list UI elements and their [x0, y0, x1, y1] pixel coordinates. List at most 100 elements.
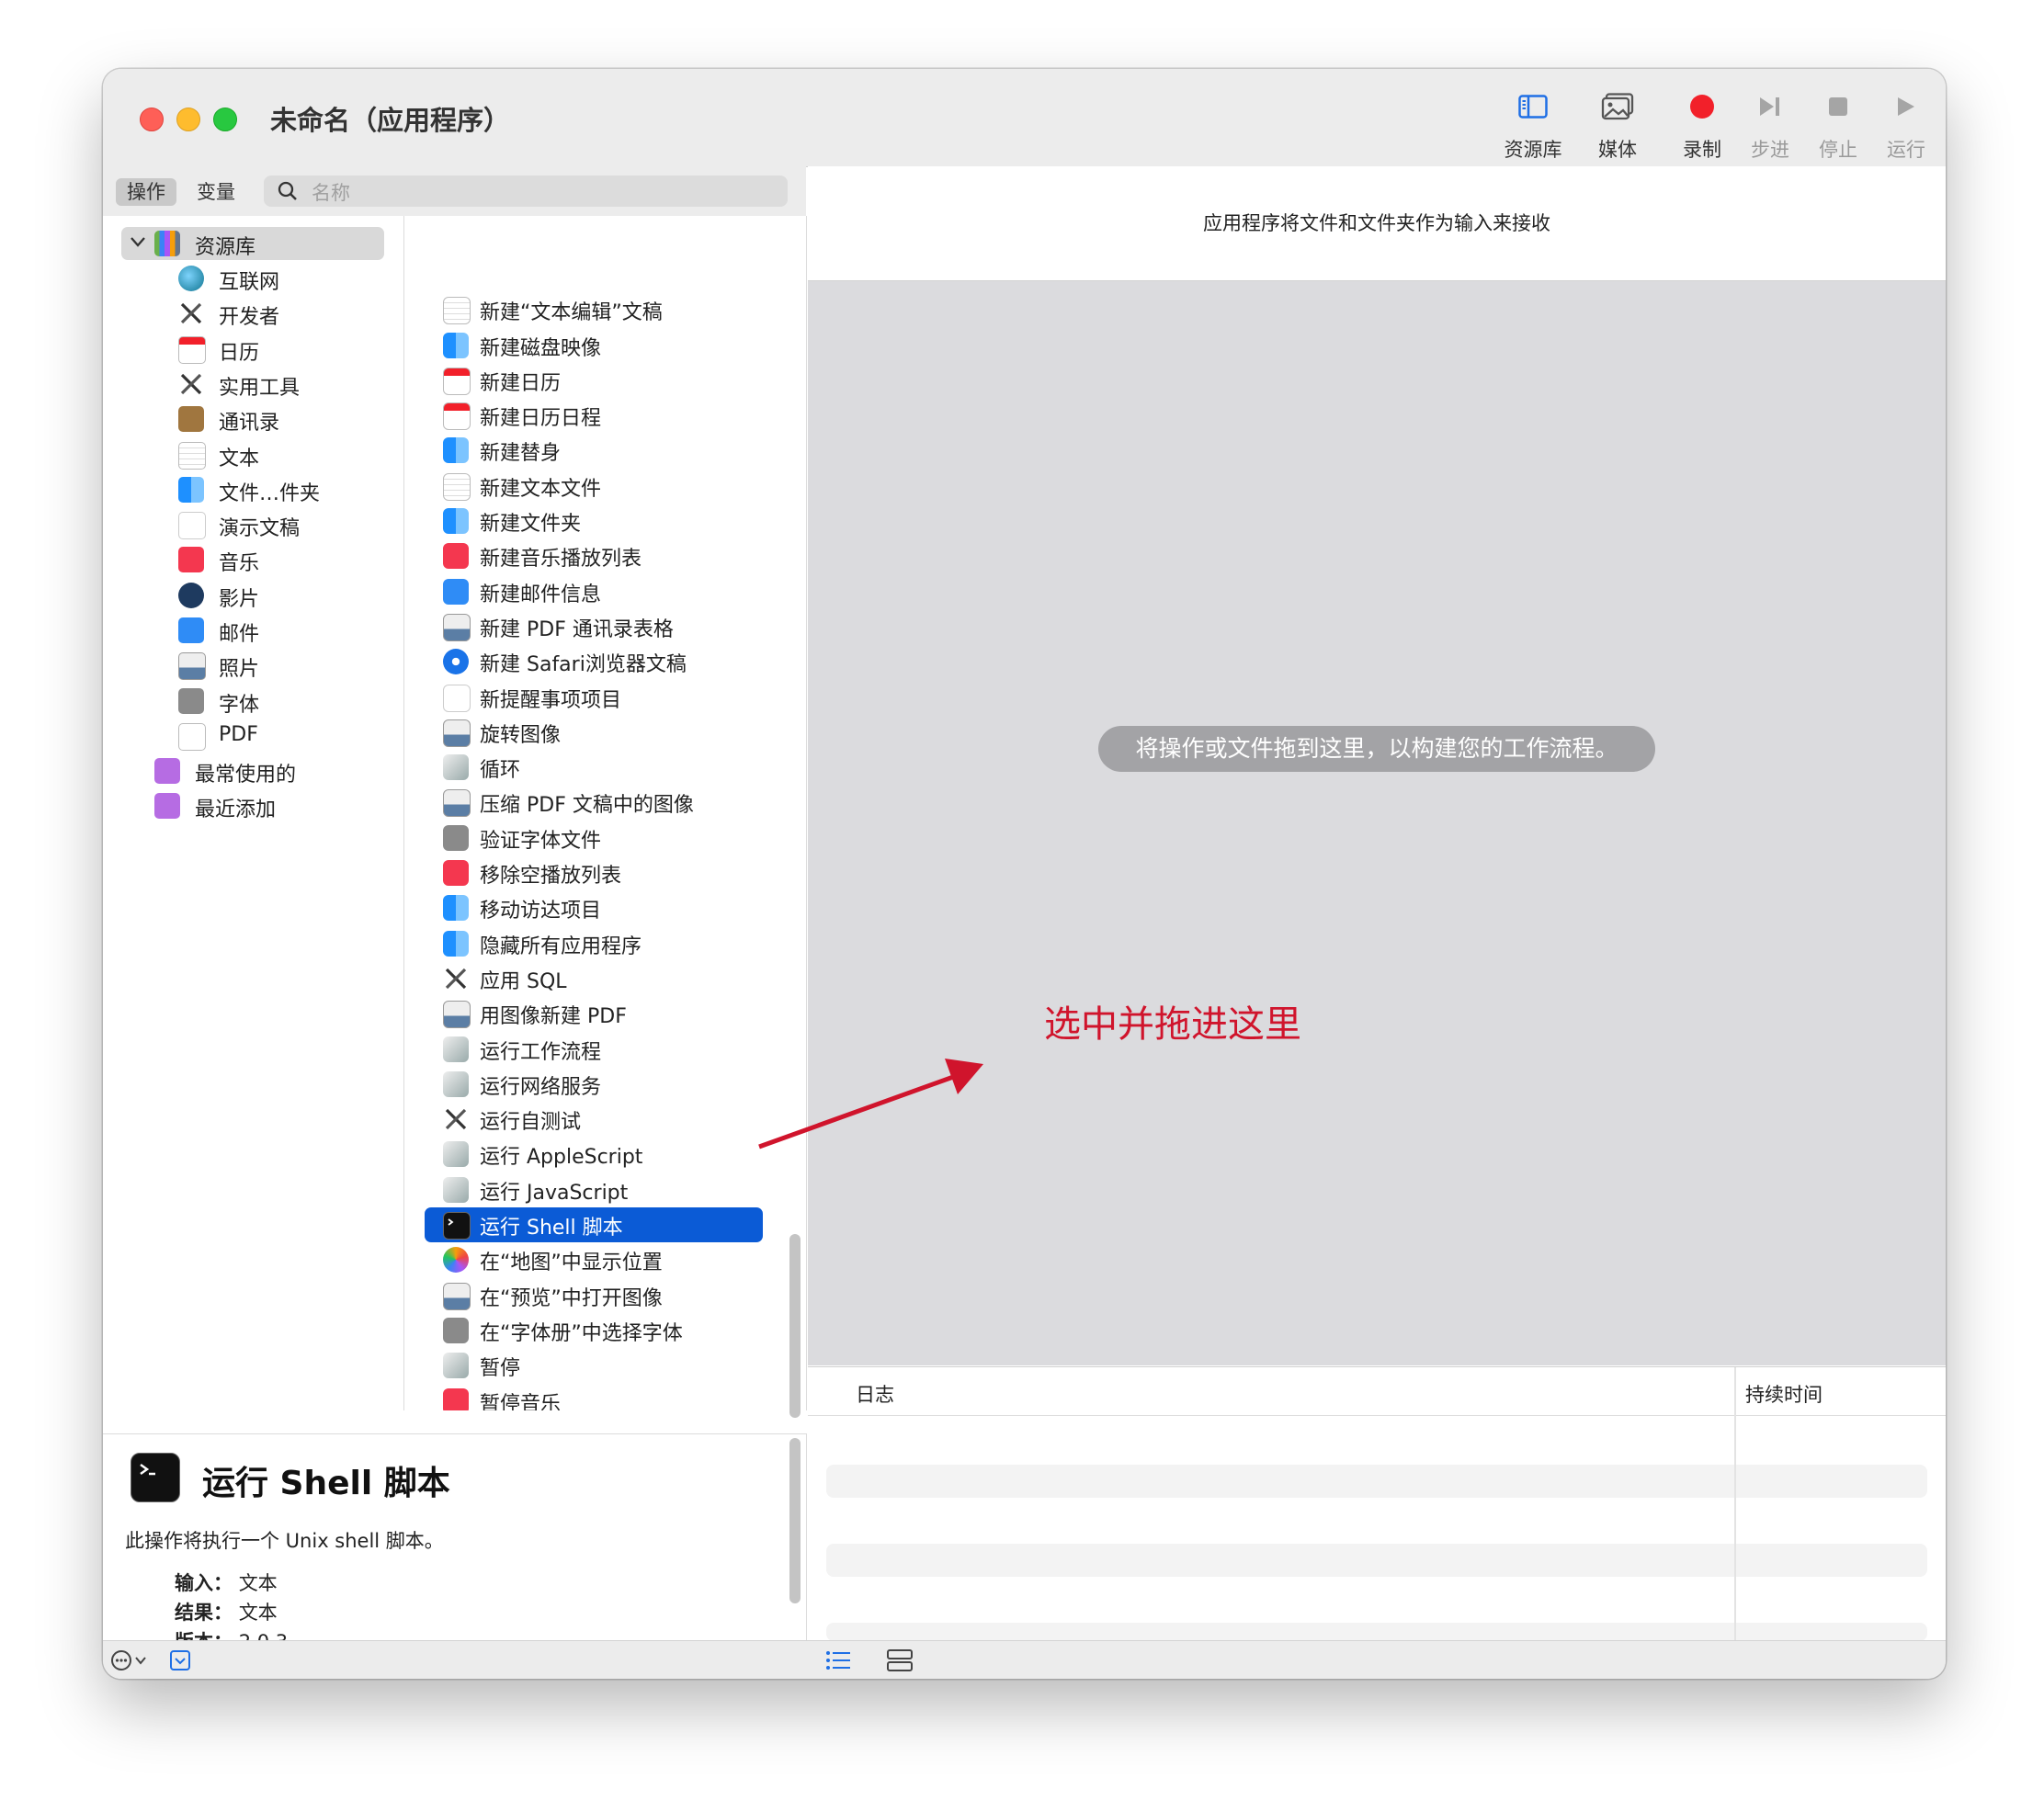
close-button[interactable] [140, 108, 164, 131]
smart-group-item[interactable]: 最近添加 [103, 789, 403, 824]
action-item[interactable]: 循环 [404, 750, 790, 785]
action-item[interactable]: 在“字体册”中选择字体 [404, 1313, 790, 1348]
action-item-label: 移动访达项目 [480, 900, 602, 923]
sidebar-item[interactable]: 演示文稿 [103, 508, 403, 543]
step-toolbar-button[interactable]: 步进 [1733, 87, 1807, 163]
library-root-item[interactable]: 资源库 [103, 227, 403, 262]
action-item-label: 暂停音乐 [480, 1392, 562, 1411]
action-item[interactable]: 运行自测试 [404, 1102, 790, 1137]
description-pane: 运行 Shell 脚本 此操作将执行一个 Unix shell 脚本。 输入： … [103, 1433, 807, 1653]
tools-icon [178, 300, 204, 326]
sidebar-item[interactable]: 照片 [103, 649, 403, 684]
sidebar-item[interactable]: 文本 [103, 438, 403, 473]
actions-scrollbar[interactable] [789, 1234, 801, 1418]
action-item[interactable]: 新建日历 [404, 363, 790, 398]
reminders-icon [443, 684, 471, 712]
stop-toolbar-button[interactable]: 停止 [1801, 87, 1875, 163]
action-item-label: 新建文本文件 [480, 477, 602, 501]
description-toggle-icon[interactable] [169, 1649, 191, 1675]
automator-icon [443, 1070, 469, 1097]
action-item[interactable]: 移动访达项目 [404, 890, 790, 925]
action-item[interactable]: 新建邮件信息 [404, 574, 790, 609]
zoom-button[interactable] [213, 108, 237, 131]
sidebar-item[interactable]: 音乐 [103, 543, 403, 578]
library-toolbar-button[interactable]: 资源库 [1496, 87, 1570, 163]
finder-icon [178, 476, 204, 503]
sidebar-item-label: 开发者 [219, 306, 280, 330]
drop-hint: 将操作或文件拖到这里，以构建您的工作流程。 [1098, 726, 1655, 772]
music-icon [443, 543, 469, 570]
action-item[interactable]: 新建 PDF 通讯录表格 [404, 609, 790, 644]
workflow-input-note: 应用程序将文件和文件夹作为输入来接收 [1203, 212, 1550, 234]
action-item[interactable]: 应用 SQL [404, 961, 790, 996]
action-item[interactable]: 新建文本文件 [404, 469, 790, 504]
action-menu-icon[interactable] [110, 1648, 153, 1676]
terminal-icon [443, 1212, 471, 1240]
calendar-icon [178, 335, 206, 364]
sidebar-item-label: 互联网 [219, 271, 280, 294]
action-item[interactable]: 新提醒事项项目 [404, 680, 790, 715]
sidebar-item[interactable]: 互联网 [103, 262, 403, 297]
action-item[interactable]: 在“预览”中打开图像 [404, 1278, 790, 1313]
split-view-icon[interactable] [886, 1648, 914, 1676]
action-item-label: 新建邮件信息 [480, 583, 602, 606]
action-item-label: 隐藏所有应用程序 [480, 934, 642, 958]
tab-variables[interactable]: 变量 [186, 178, 246, 206]
play-icon [1869, 87, 1943, 126]
quicktime-icon [178, 582, 204, 608]
action-item[interactable]: 新建音乐播放列表 [404, 538, 790, 573]
tab-actions[interactable]: 操作 [116, 178, 176, 206]
action-item[interactable]: 旋转图像 [404, 715, 790, 750]
toolbar-label: 步进 [1751, 139, 1789, 161]
action-item[interactable]: 移除空播放列表 [404, 855, 790, 890]
sidebar-item-label: PDF [219, 722, 258, 746]
font-icon [443, 824, 469, 851]
smart-group-item[interactable]: 最常使用的 [103, 754, 403, 789]
action-item[interactable]: 隐藏所有应用程序 [404, 926, 790, 961]
sidebar-item[interactable]: 开发者 [103, 297, 403, 332]
action-item[interactable]: 暂停 [404, 1348, 790, 1383]
sidebar-item[interactable]: 影片 [103, 579, 403, 614]
sidebar-icon [1496, 87, 1570, 126]
action-item[interactable]: 运行工作流程 [404, 1032, 790, 1067]
calendar-icon [443, 367, 471, 395]
media-toolbar-button[interactable]: 媒体 [1581, 87, 1654, 163]
sidebar-item[interactable]: 邮件 [103, 614, 403, 649]
action-item-label: 移除空播放列表 [480, 865, 622, 888]
action-item[interactable]: 新建日历日程 [404, 398, 790, 433]
minimize-button[interactable] [176, 108, 200, 131]
action-item[interactable]: 新建 Safari浏览器文稿 [404, 644, 790, 679]
sidebar-item[interactable]: PDF [103, 719, 403, 754]
action-item[interactable]: 运行 AppleScript [404, 1137, 790, 1172]
action-item[interactable]: 运行 Shell 脚本 [404, 1207, 790, 1242]
log-pane: 日志 持续时间 [808, 1366, 1946, 1641]
action-item[interactable]: 新建文件夹 [404, 504, 790, 538]
sidebar-item-label: 通讯录 [219, 412, 280, 436]
action-item[interactable]: 在“地图”中显示位置 [404, 1242, 790, 1277]
search-input[interactable]: 名称 [264, 176, 788, 207]
action-item-label: 新提醒事项项目 [480, 688, 622, 712]
sidebar-item[interactable]: 字体 [103, 685, 403, 719]
description-input: 输入： 文本 [175, 1572, 278, 1594]
workflow-drop-area[interactable]: 将操作或文件拖到这里，以构建您的工作流程。 选中并拖进这里 [808, 281, 1946, 1365]
action-item[interactable]: 暂停音乐 [404, 1384, 790, 1411]
sidebar-item[interactable]: 通讯录 [103, 402, 403, 437]
action-item[interactable]: 运行网络服务 [404, 1067, 790, 1102]
sidebar-item[interactable]: 文件…件夹 [103, 473, 403, 508]
record-toolbar-button[interactable]: 录制 [1665, 87, 1739, 163]
action-item[interactable]: 新建磁盘映像 [404, 328, 790, 363]
sidebar-item[interactable]: 实用工具 [103, 368, 403, 402]
duration-column-header[interactable]: 持续时间 [1745, 1380, 1823, 1408]
action-item[interactable]: 用图像新建 PDF [404, 996, 790, 1031]
sidebar-item[interactable]: 日历 [103, 333, 403, 368]
action-item[interactable]: 新建替身 [404, 433, 790, 468]
list-view-icon[interactable] [825, 1649, 851, 1675]
action-item[interactable]: 压缩 PDF 文稿中的图像 [404, 785, 790, 820]
description-scrollbar[interactable] [789, 1438, 801, 1603]
log-column-header[interactable]: 日志 [856, 1380, 894, 1408]
run-toolbar-button[interactable]: 运行 [1869, 87, 1943, 163]
action-item[interactable]: 验证字体文件 [404, 821, 790, 855]
action-item[interactable]: 运行 JavaScript [404, 1172, 790, 1207]
photos-icon [1581, 87, 1654, 126]
action-item[interactable]: 新建“文本编辑”文稿 [404, 292, 790, 327]
